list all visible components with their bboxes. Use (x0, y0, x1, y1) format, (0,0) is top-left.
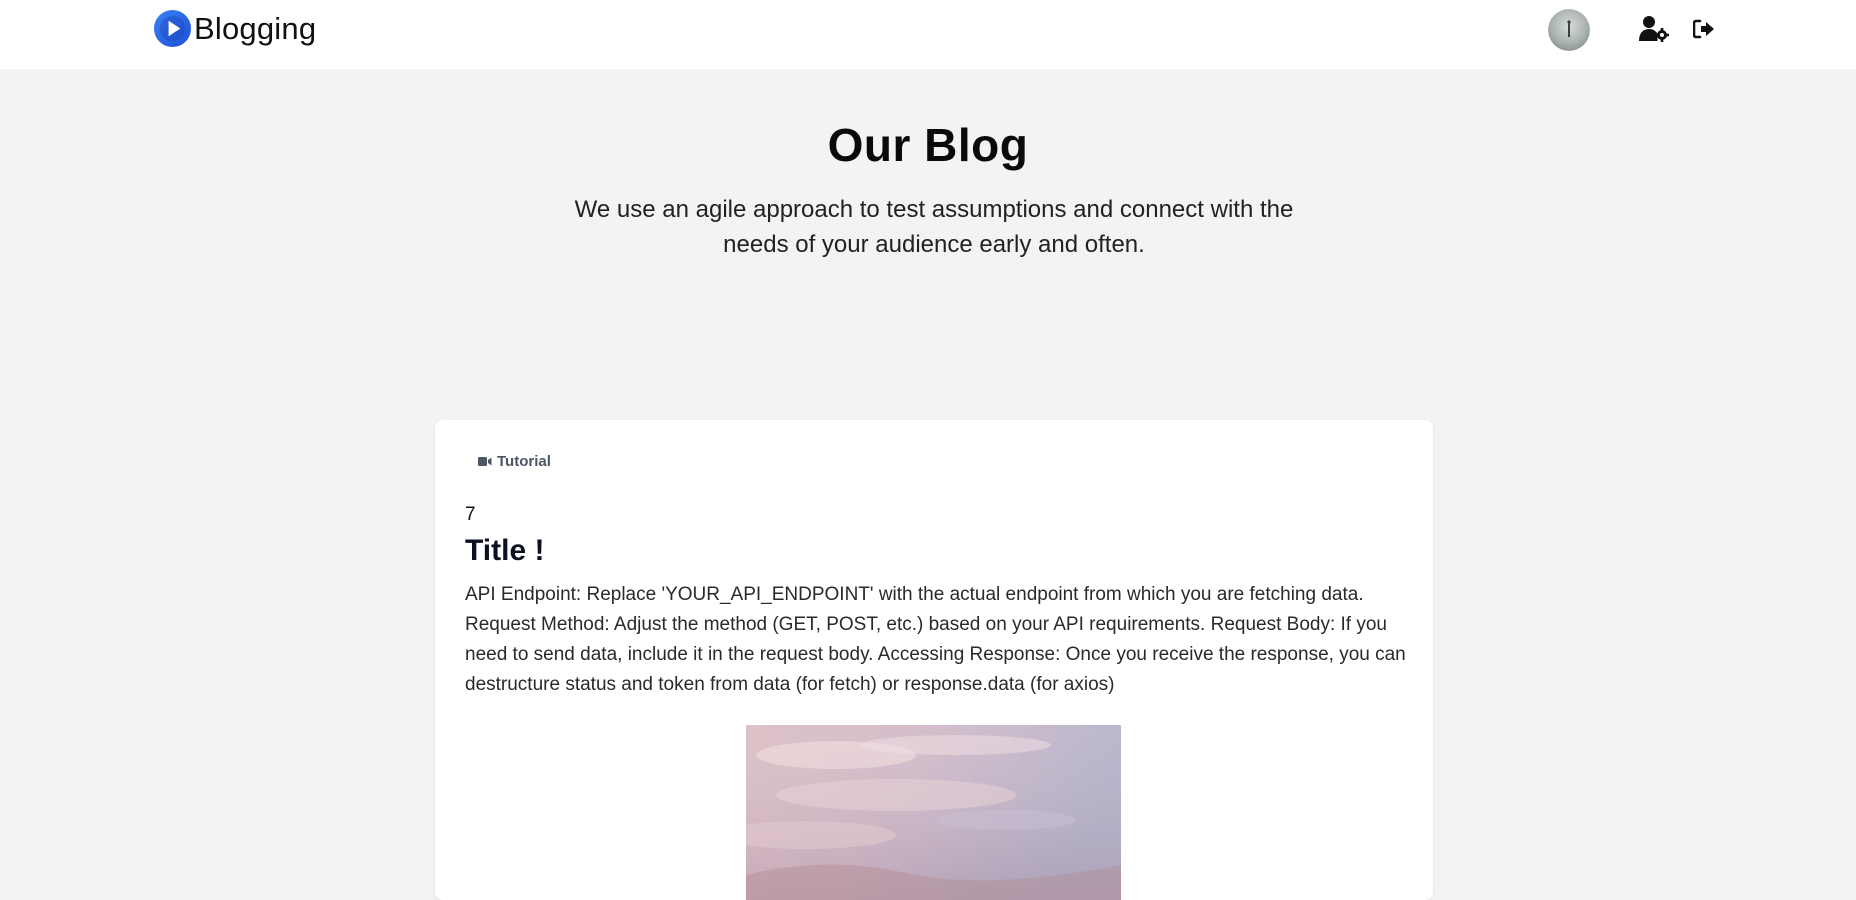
brand-link[interactable]: Blogging (153, 9, 316, 48)
page-title: Our Blog (827, 119, 1029, 171)
user-avatar[interactable] (1548, 9, 1590, 51)
sign-out-icon[interactable] (1687, 14, 1721, 44)
sky-photo (746, 725, 1121, 900)
page-subtitle: We use an agile approach to test assumpt… (574, 196, 1294, 258)
post-tag-label: Tutorial (497, 453, 551, 470)
brand-name: Blogging (194, 10, 317, 46)
post-image (746, 725, 1121, 900)
user-gear-icon[interactable] (1637, 14, 1671, 44)
post-id: 7 (465, 504, 476, 525)
post-title[interactable]: Title ! (465, 534, 544, 568)
avatar-image (1548, 9, 1590, 51)
post-tag[interactable]: Tutorial (478, 453, 551, 470)
play-circle-icon (153, 9, 192, 48)
blog-post-card[interactable]: Tutorial 7 Title ! API Endpoint: Replace… (435, 420, 1433, 900)
video-icon (478, 456, 492, 467)
top-navbar: Blogging (0, 0, 1856, 69)
post-body: API Endpoint: Replace 'YOUR_API_ENDPOINT… (465, 584, 1406, 695)
